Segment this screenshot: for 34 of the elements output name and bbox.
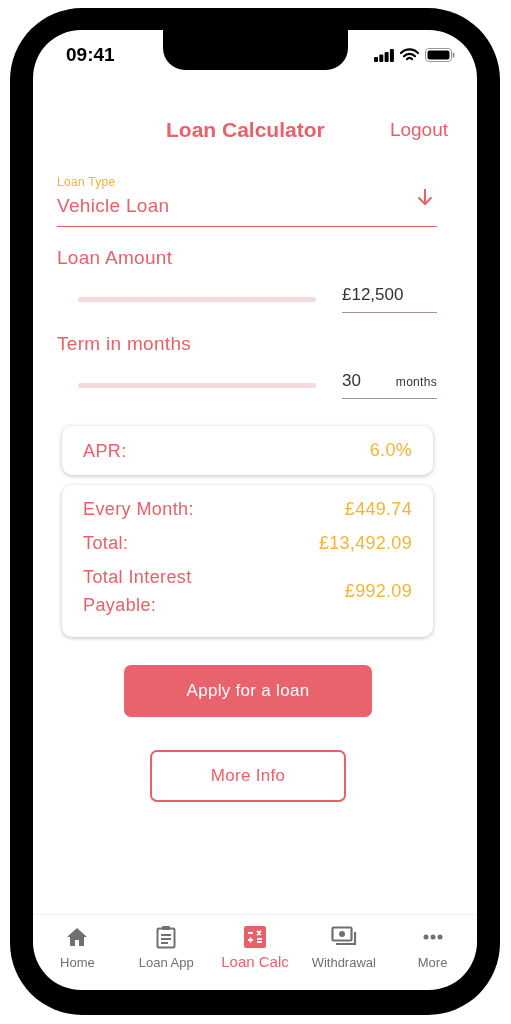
- home-icon: [66, 927, 89, 947]
- calculator-icon: [244, 926, 266, 948]
- slider-track[interactable]: [78, 382, 316, 388]
- logout-link[interactable]: Logout: [389, 119, 448, 141]
- status-time: 09:41: [66, 44, 115, 66]
- apr-label: APR:: [83, 439, 127, 463]
- nav-tab[interactable]: Home: [33, 925, 122, 990]
- money-icon: [330, 926, 357, 948]
- nav-tab[interactable]: Loan App: [121, 925, 211, 990]
- slider-track[interactable]: [78, 296, 316, 302]
- apr-value: 6.0%: [369, 440, 412, 461]
- field-label: Loan Amount: [57, 247, 173, 269]
- result-label: Total Interest Payable:: [83, 566, 193, 617]
- result-label: Every Month:: [83, 498, 194, 521]
- loan-type-dropdown[interactable]: Loan Type Vehicle Loan: [57, 170, 437, 227]
- result-value: £13,492.09: [318, 532, 412, 554]
- battery-icon: [425, 48, 455, 62]
- signal-icon: [374, 48, 394, 62]
- screen-title: Loan Calculator: [166, 118, 325, 142]
- result-value: £449.74: [344, 498, 412, 520]
- arrow-down-icon: [417, 188, 433, 206]
- nav-tab[interactable]: Withdrawal: [299, 925, 389, 990]
- apply-button[interactable]: Apply for a loan: [124, 665, 372, 717]
- field-label: Term in months: [57, 333, 192, 355]
- input-field[interactable]: 30 months: [342, 365, 437, 399]
- more-info-button[interactable]: More Info: [150, 750, 346, 802]
- clipboard-icon: [156, 925, 177, 949]
- nav-tab[interactable]: Loan Calc: [210, 925, 300, 990]
- result-label: Total:: [83, 532, 129, 555]
- result-value: £992.09: [344, 580, 412, 602]
- nav-tab[interactable]: More: [388, 925, 477, 990]
- more-icon: [422, 934, 443, 940]
- input-field[interactable]: £12,500: [342, 279, 437, 313]
- wifi-icon: [400, 48, 419, 62]
